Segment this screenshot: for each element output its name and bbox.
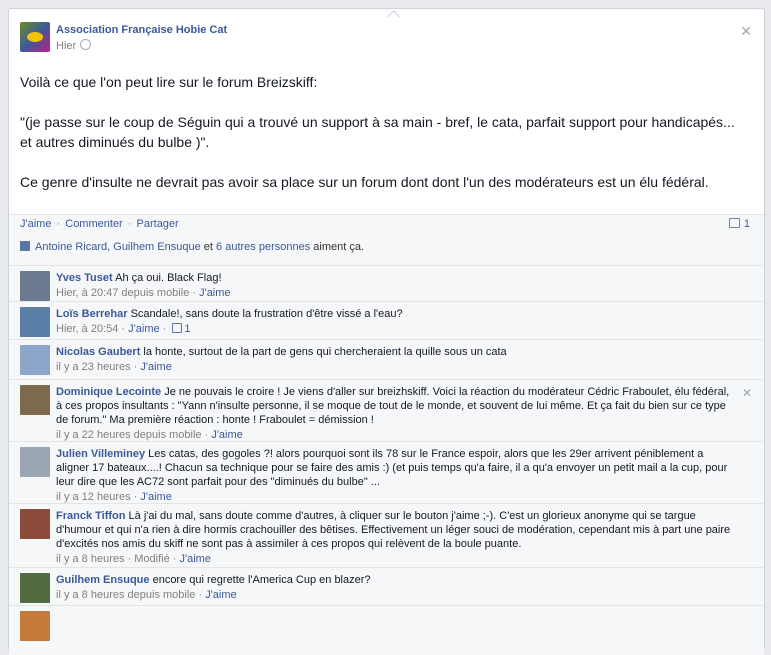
comment-meta: Hier, à 20:54	[56, 323, 119, 335]
comment-text: Ah ça oui. Black Flag!	[115, 272, 222, 284]
remove-comment-icon[interactable]: ✕	[742, 386, 752, 400]
comment-author[interactable]: Guilhem Ensuque	[56, 574, 150, 586]
comment-text: Les catas, des gogoles ?! alors pourquoi…	[56, 448, 728, 488]
comment-author[interactable]: Julien Villeminey	[56, 448, 145, 460]
comment-like-button[interactable]: J'aime	[205, 589, 236, 601]
commenter-avatar[interactable]	[20, 447, 50, 477]
page-avatar[interactable]	[20, 22, 50, 52]
likes-suffix: aiment ça.	[313, 241, 365, 253]
share-button[interactable]: Partager	[137, 218, 179, 230]
comment-meta: il y a 8 heures depuis mobile	[56, 589, 196, 601]
comment-item: Franck Tiffon Là j'ai du mal, sans doute…	[9, 503, 764, 565]
comment-author[interactable]: Dominique Lecointe	[56, 386, 161, 398]
comment-meta: Hier, à 20:47 depuis mobile	[56, 287, 190, 299]
page-name-link[interactable]: Association Française Hobie Cat	[56, 24, 227, 36]
comment-author[interactable]: Yves Tuset	[56, 272, 113, 284]
comment-item: Nicolas Gaubert la honte, surtout de la …	[9, 339, 764, 376]
action-bar: J'aime · Commenter · Partager 1	[9, 214, 764, 235]
comment-bubble-icon	[728, 218, 740, 228]
post-card: ✕ Association Française Hobie Cat Hier V…	[8, 8, 765, 655]
timestamp-text[interactable]: Hier	[56, 40, 76, 52]
likers-names[interactable]: Antoine Ricard, Guilhem Ensuque	[35, 241, 201, 253]
commenter-avatar[interactable]	[20, 345, 50, 375]
thumbs-up-icon	[172, 323, 183, 333]
commenter-avatar[interactable]	[20, 573, 50, 603]
comment-item	[9, 605, 764, 646]
comment-like-button[interactable]: J'aime	[140, 361, 171, 373]
comment-like-button[interactable]: J'aime	[128, 323, 159, 335]
comments-section: Antoine Ricard, Guilhem Ensuque et 6 aut…	[9, 235, 764, 655]
comment-like-count[interactable]: 1	[184, 323, 190, 335]
comment-meta: il y a 12 heures	[56, 491, 131, 503]
comment-button[interactable]: Commenter	[65, 218, 122, 230]
thumbs-up-icon	[20, 241, 30, 251]
comment-item: ✕ Dominique Lecointe Je ne pouvais le cr…	[9, 379, 764, 441]
comment-like-button[interactable]: J'aime	[211, 429, 242, 441]
separator: ·	[127, 218, 132, 230]
commenter-avatar[interactable]	[20, 509, 50, 539]
comment-count[interactable]: 1	[728, 218, 750, 230]
commenter-avatar[interactable]	[20, 611, 50, 641]
comment-count-value: 1	[743, 218, 750, 230]
post-message: Voilà ce que l'on peut lire sur le forum…	[20, 72, 750, 212]
comment-author[interactable]: Loïs Berrehar	[56, 308, 128, 320]
comment-meta: il y a 8 heures	[56, 553, 125, 565]
comment-like-button[interactable]: J'aime	[180, 553, 211, 565]
comment-author[interactable]: Franck Tiffon	[56, 510, 125, 522]
comment-text: la honte, surtout de la part de gens qui…	[143, 346, 507, 358]
comment-text: Scandale!, sans doute la frustration d'ê…	[130, 308, 403, 320]
comment-text: encore qui regrette l'America Cup en bla…	[152, 574, 371, 586]
comment-item: Julien Villeminey Les catas, des gogoles…	[9, 441, 764, 503]
likes-connector: et	[203, 241, 213, 253]
comment-text: Là j'ai du mal, sans doute comme d'autre…	[56, 510, 731, 550]
comment-meta: il y a 22 heures depuis mobile	[56, 429, 202, 441]
comment-author[interactable]: Nicolas Gaubert	[56, 346, 140, 358]
comment-item: Loïs Berrehar Scandale!, sans doute la f…	[9, 301, 764, 337]
comment-like-button[interactable]: J'aime	[140, 491, 171, 503]
separator: ·	[56, 218, 61, 230]
close-icon[interactable]: ✕	[740, 23, 752, 40]
like-button[interactable]: J'aime	[20, 218, 51, 230]
likes-summary: Antoine Ricard, Guilhem Ensuque et 6 aut…	[20, 241, 750, 257]
comment-modified: Modifié	[134, 553, 170, 565]
comment-like-button[interactable]: J'aime	[199, 287, 230, 299]
comment-item: Guilhem Ensuque encore qui regrette l'Am…	[9, 567, 764, 604]
likes-others-link[interactable]: 6 autres personnes	[216, 241, 310, 253]
comment-meta: il y a 23 heures	[56, 361, 131, 373]
commenter-avatar[interactable]	[20, 385, 50, 415]
commenter-avatar[interactable]	[20, 307, 50, 337]
commenter-avatar[interactable]	[20, 271, 50, 301]
globe-icon	[80, 39, 92, 50]
comment-item: Yves Tuset Ah ça oui. Black Flag! Hier, …	[9, 265, 764, 301]
post-timestamp: Hier	[56, 39, 92, 52]
post-paragraph: Ce genre d'insulte ne devrait pas avoir …	[20, 174, 709, 190]
post-paragraph: Voilà ce que l'on peut lire sur le forum…	[20, 74, 318, 90]
post-paragraph: "(je passe sur le coup de Séguin qui a t…	[20, 114, 735, 150]
card-notch	[387, 10, 400, 23]
